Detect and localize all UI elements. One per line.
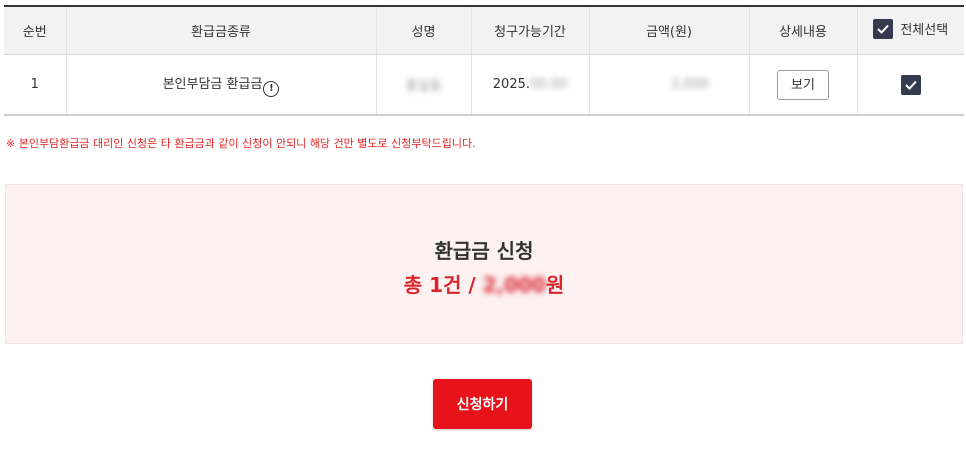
row-detail-cell: 보기 xyxy=(748,54,857,116)
refund-table: 순번 환급금종류 성명 청구가능기간 금액(원) 상세내용 전체선택 1 본인부… xyxy=(4,5,964,116)
select-all-label: 전체선택 xyxy=(900,23,949,38)
summary-title: 환급금 신청 xyxy=(434,239,534,263)
row-name-blurred: 홍길동 xyxy=(405,79,442,94)
row-period-prefix: 2025. xyxy=(492,77,530,92)
header-period: 청구가능기간 xyxy=(470,5,589,55)
select-all-checkbox[interactable] xyxy=(873,18,894,39)
row-amount-cell: 2,000 xyxy=(588,54,749,116)
row-name-cell: 홍길동 xyxy=(375,54,471,116)
notice-text: ※ 본인부담환급금 대리인 신청은 타 환급금과 같이 신청이 안되니 해당 건… xyxy=(6,137,476,150)
row-amount-blurred: 2,000 xyxy=(671,77,709,92)
row-period-blurred: 00.00 xyxy=(530,77,568,92)
table-header-row: 순번 환급금종류 성명 청구가능기간 금액(원) 상세내용 전체선택 xyxy=(4,5,964,55)
summary-count: 총 1건 / xyxy=(403,273,483,297)
header-no: 순번 xyxy=(4,5,66,55)
row-check-cell xyxy=(856,54,964,116)
check-icon xyxy=(905,80,917,90)
row-type: 본인부담금 환급금 xyxy=(162,76,263,92)
select-all-control[interactable]: 전체선택 xyxy=(873,18,949,39)
header-type: 환급금종류 xyxy=(65,5,376,55)
row-period-cell: 2025.00.00 xyxy=(470,54,589,116)
row-type-cell: 본인부담금 환급금! xyxy=(65,54,376,116)
summary-unit: 원 xyxy=(545,273,565,297)
summary-total: 총 1건 / 2,000원 xyxy=(6,269,962,298)
row-checkbox[interactable] xyxy=(900,74,921,95)
refund-summary-panel: 환급금 신청 총 1건 / 2,000원 xyxy=(5,184,963,344)
table-row: 1 본인부담금 환급금! 홍길동 2025.00.00 2,000 보기 xyxy=(4,54,964,116)
row-no: 1 xyxy=(4,54,66,116)
header-detail: 상세내용 xyxy=(748,5,857,55)
header-amount: 금액(원) xyxy=(588,5,749,55)
view-detail-button[interactable]: 보기 xyxy=(777,69,829,100)
summary-amount-blurred: 2,000 xyxy=(482,273,546,297)
info-icon[interactable]: ! xyxy=(263,80,280,97)
apply-button[interactable]: 신청하기 xyxy=(433,379,532,429)
header-name: 성명 xyxy=(375,5,471,55)
check-icon xyxy=(877,24,890,34)
header-select-all: 전체선택 xyxy=(856,5,964,55)
